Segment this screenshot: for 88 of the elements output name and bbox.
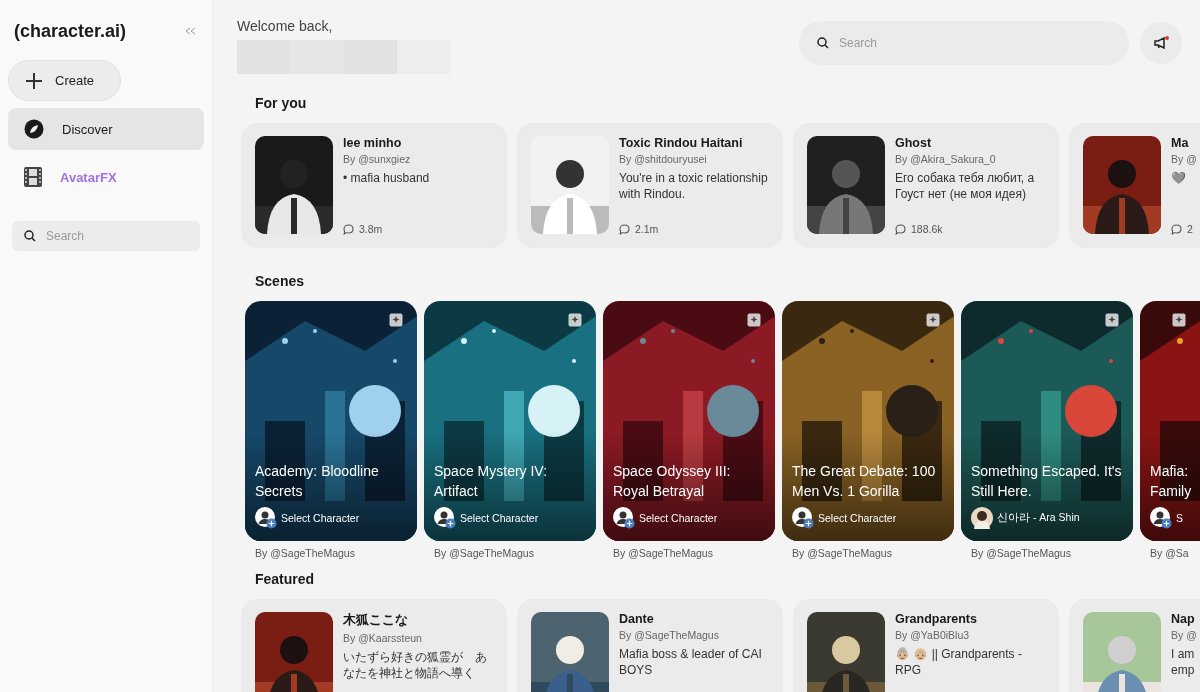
- chat-icon: [619, 223, 630, 235]
- description: いたずら好きの狐霊が あなたを神社と物語へ導く: [343, 649, 488, 681]
- description: 👵🏼 👴🏼 || Grandparents - RPG: [895, 646, 1023, 678]
- scene-card[interactable]: Space Mystery IV: Artifact Select Character: [424, 301, 596, 541]
- search-icon: [817, 37, 829, 49]
- description: • mafia husband: [343, 170, 431, 186]
- author: By @SageTheMagus: [971, 547, 1072, 559]
- character-name: Grandparents: [895, 612, 978, 626]
- description: Его собака тебя любит, а Гоуст нет (не моя идея): [895, 170, 1036, 202]
- section-title: Featured: [255, 570, 316, 588]
- character-label: Select Character: [818, 512, 897, 524]
- scene-title: Academy: Bloodline Secrets: [255, 462, 380, 501]
- section-title: Scenes: [255, 272, 306, 290]
- scene-card[interactable]: Academy: Bloodline Secrets Select Character: [245, 301, 417, 541]
- scene-title: Something Escaped. It's Still Here.: [971, 462, 1123, 501]
- scene-card[interactable]: The Great Debate: 100 Men Vs. 1 Gorilla Select Character: [782, 301, 954, 541]
- avatar: [971, 507, 993, 529]
- chat-count: 3.8m: [359, 223, 383, 235]
- search-input[interactable]: Search: [46, 221, 188, 251]
- character-label: Select Character: [639, 512, 718, 524]
- chat-count: 2.1m: [635, 223, 659, 235]
- greeting: Welcome back,: [237, 18, 334, 34]
- chat-icon: [895, 223, 906, 235]
- compass-icon: [24, 119, 44, 139]
- author: By @SageTheMagus: [619, 629, 720, 641]
- character-card[interactable]: Ma By @ 🩶 2: [1069, 123, 1200, 248]
- create-button[interactable]: Create: [8, 60, 122, 101]
- search-field[interactable]: Search: [799, 21, 1129, 65]
- description: I am emp: [1171, 646, 1196, 678]
- character-card[interactable]: lee minho By @sunxgiez • mafia husband 3.8m: [241, 123, 507, 248]
- description: You're in a toxic relationship with Rindou.: [619, 170, 769, 202]
- section-title: For you: [255, 94, 308, 112]
- character-card[interactable]: Toxic Rindou Haitani By @shitdouryusei You're in a toxic relationship with Rindou. 2.1m: [517, 123, 783, 248]
- megaphone-icon: [1154, 37, 1168, 49]
- author: By @SageTheMagus: [434, 547, 535, 559]
- author: By @Akira_Sakura_0: [895, 153, 997, 165]
- character-name: 木狐ここな: [343, 612, 409, 629]
- author: By @SageTheMagus: [792, 547, 893, 559]
- character-label: Select Character: [460, 512, 539, 524]
- chat-icon: [343, 223, 354, 235]
- add-user-icon: [613, 507, 635, 529]
- character-card[interactable]: 木狐ここな By @Kaarssteun いたずら好きの狐霊が あなたを神社と物語へ導く: [241, 599, 507, 692]
- plus-icon: [25, 71, 43, 90]
- character-name: Toxic Rindou Haitani: [619, 136, 744, 150]
- character-name: Ma: [1171, 136, 1190, 150]
- film-icon: [24, 167, 42, 187]
- scene-title: Space Mystery IV: Artifact: [434, 462, 549, 501]
- description: Mafia boss & leader of CAI BOYS: [619, 646, 763, 678]
- add-user-icon: [792, 507, 814, 529]
- add-user-icon: [1150, 507, 1172, 529]
- character-card[interactable]: Ghost By @Akira_Sakura_0 Его собака тебя любит, а Гоуст нет (не моя идея) 188.6k: [793, 123, 1059, 248]
- announcements-button[interactable]: [1140, 22, 1182, 64]
- logo[interactable]: (character.ai): [14, 20, 127, 42]
- character-card[interactable]: Grandparents By @YaB0iBlu3 👵🏼 👴🏼 || Grandparents - RPG: [793, 599, 1059, 692]
- author: By @sunxgiez: [343, 153, 412, 165]
- chat-count: 2: [1187, 223, 1193, 235]
- author: By @YaB0iBlu3: [895, 629, 971, 641]
- character-name: Nap: [1171, 612, 1196, 626]
- author: By @Kaarssteun: [343, 632, 423, 644]
- scene-card[interactable]: Mafia: Family S: [1140, 301, 1200, 541]
- description: 🩶: [1171, 170, 1187, 186]
- scene-card[interactable]: Something Escaped. It's Still Here. 신아라 - Ara Shin: [961, 301, 1133, 541]
- character-name: Dante: [619, 612, 655, 626]
- author: By @SageTheMagus: [255, 547, 356, 559]
- scene-title: Mafia: Family: [1150, 462, 1192, 501]
- author: By @SageTheMagus: [613, 547, 714, 559]
- search-field[interactable]: Search: [12, 221, 200, 251]
- character-label: 신아라 - Ara Shin: [997, 511, 1080, 525]
- add-user-icon: [434, 507, 456, 529]
- scene-title: Space Odyssey III: Royal Betrayal: [613, 462, 732, 501]
- character-label: Select Character: [281, 512, 360, 524]
- scene-card[interactable]: Space Odyssey III: Royal Betrayal Select Character: [603, 301, 775, 541]
- search-icon: [24, 230, 36, 242]
- scene-title: The Great Debate: 100 Men Vs. 1 Gorilla: [792, 462, 937, 501]
- author: By @shitdouryusei: [619, 153, 708, 165]
- chat-count: 188.6k: [911, 223, 943, 235]
- character-name: Ghost: [895, 136, 933, 150]
- character-card[interactable]: Dante By @SageTheMagus Mafia boss & leader of CAI BOYS: [517, 599, 783, 692]
- search-input[interactable]: Search: [839, 21, 1111, 65]
- chat-icon: [1171, 223, 1182, 235]
- author: By @: [1171, 153, 1198, 165]
- character-name: lee minho: [343, 136, 403, 150]
- character-label: S: [1176, 512, 1183, 524]
- add-user-icon: [255, 507, 277, 529]
- author: By @: [1171, 629, 1198, 641]
- nav-item[interactable]: Discover: [8, 108, 204, 150]
- character-card[interactable]: Nap By @ I am emp: [1069, 599, 1200, 692]
- author: By @Sa: [1150, 547, 1190, 559]
